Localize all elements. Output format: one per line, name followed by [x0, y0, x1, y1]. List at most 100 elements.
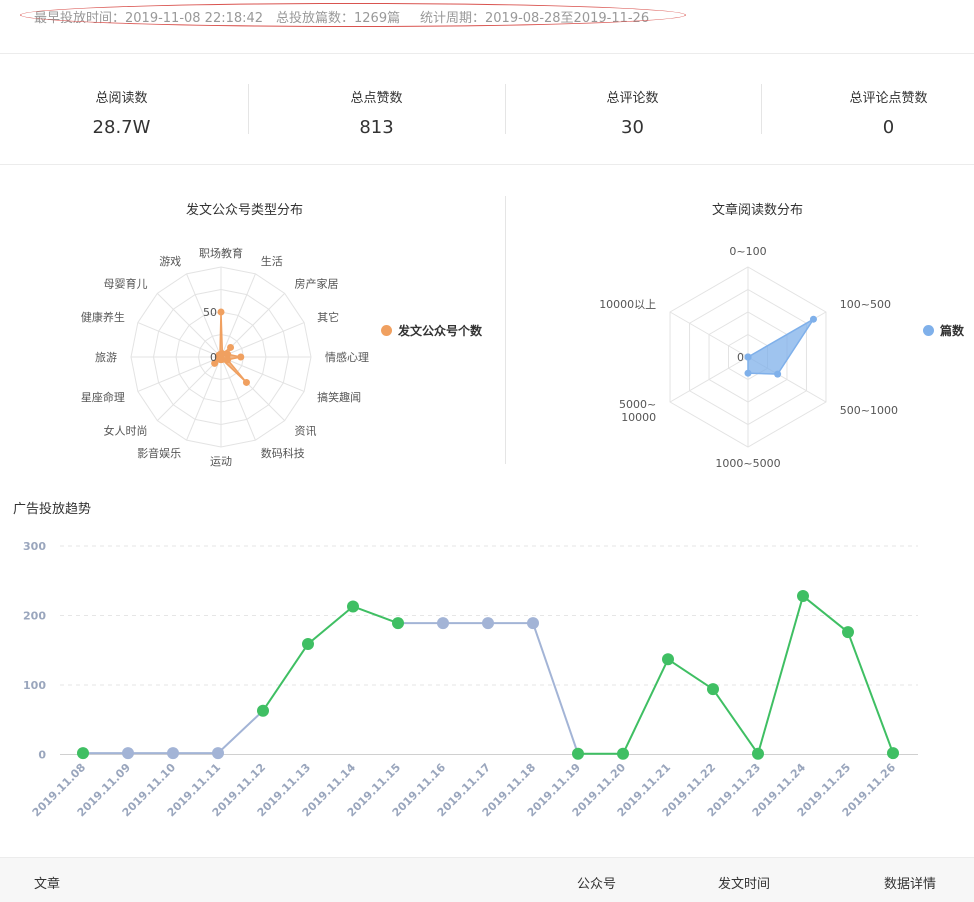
radar-indicator-label: 游戏: [159, 255, 181, 268]
radar-indicator-label: 情感心理: [325, 351, 369, 364]
stat-label: 总评论点赞数: [849, 91, 928, 106]
y-tick-label: 100: [23, 679, 46, 692]
highlight-ellipse: [20, 3, 686, 27]
line-point: [347, 600, 359, 613]
line-point: [662, 653, 674, 666]
panel-divider: [505, 196, 506, 464]
radar-point: [216, 351, 224, 359]
top-info-bar: 最早投放时间：2019-11-08 22:18:42 总投放篇数：1269篇 统…: [0, 0, 974, 54]
line-point: [707, 683, 719, 696]
radar-indicator-label: 其它: [317, 310, 339, 324]
line-segment: [847, 631, 894, 754]
legend-dot: [381, 325, 392, 336]
radar-indicator-label: 0~100: [729, 245, 766, 258]
stat-total-reads: 总阅读数 28.7W: [0, 54, 243, 164]
line-point: [887, 747, 899, 760]
radar-point: [227, 343, 235, 351]
legend-dot: [923, 325, 934, 336]
radar-indicator-label: 旅游: [95, 350, 117, 364]
divider: [761, 84, 762, 134]
stat-value: 28.7W: [92, 117, 151, 138]
line-segment: [757, 595, 804, 755]
line-point: [797, 590, 809, 603]
line-point: [482, 617, 494, 630]
line-point: [617, 747, 629, 760]
line-point: [752, 747, 764, 760]
line-point: [572, 747, 584, 760]
radar-point: [744, 353, 752, 361]
radar2-legend[interactable]: 篇数: [923, 322, 964, 339]
radar-point: [217, 308, 225, 316]
line-point: [392, 617, 404, 630]
radar-indicator-label: 生活: [261, 254, 283, 268]
legend-label: 发文公众号个数: [398, 324, 483, 338]
stat-total-comment-likes: 总评论点赞数 0: [767, 54, 974, 164]
line-point: [842, 626, 854, 639]
radar-indicator-label: 职场教育: [199, 246, 243, 260]
divider: [505, 84, 506, 134]
stat-value: 30: [621, 117, 644, 138]
col-data-detail[interactable]: 数据详情: [884, 873, 936, 892]
radar-point: [744, 369, 752, 377]
line-segment: [667, 658, 714, 691]
y-tick-label: 200: [23, 610, 46, 623]
line-chart: 01002003002019.11.082019.11.092019.11.10…: [23, 540, 918, 819]
radar-axis: [157, 293, 222, 358]
divider: [248, 84, 249, 134]
radar-indicator-label: 房产家居: [295, 276, 339, 290]
line-segment: [262, 643, 309, 712]
radar-indicator-label: 搞笑趣闻: [317, 390, 361, 404]
radar-axis: [157, 356, 222, 421]
y-tick-label: 0: [38, 749, 46, 762]
line-segment: [712, 688, 759, 755]
line-segment: [217, 709, 264, 754]
radar-series-area: [747, 318, 815, 375]
stat-label: 总阅读数: [95, 91, 148, 106]
line-segment: [307, 605, 354, 645]
radar-indicator-label: 母婴育儿: [103, 276, 147, 290]
radar-tick-label: 0: [210, 351, 217, 364]
radar1-legend[interactable]: 发文公众号个数: [381, 322, 482, 339]
table-header: 文章 公众号 发文时间 数据详情: [0, 857, 974, 902]
stat-value: 0: [882, 117, 895, 138]
line-point: [212, 747, 224, 760]
line-point: [167, 747, 179, 760]
line-chart-title: 广告投放趋势: [13, 502, 92, 517]
radar-tick-label: 0: [737, 351, 744, 364]
col-article[interactable]: 文章: [34, 873, 60, 892]
radar-indicator-label: 星座命理: [81, 390, 125, 404]
line-segment: [352, 605, 399, 625]
radar2-chart: 0~100 100~500 500~1000 1000~5000 5000~ 10000 1…: [599, 245, 898, 470]
legend-label: 篇数: [940, 324, 965, 338]
radar-point: [237, 353, 245, 361]
line-point: [257, 704, 269, 717]
line-segment: [622, 658, 669, 755]
radar-indicator-label: 资讯: [295, 425, 317, 438]
stats-row: 总阅读数 28.7W 总点赞数 813 总评论数 30 总评论点赞数 0: [0, 54, 974, 165]
radar-indicator-label: 500~1000: [840, 404, 898, 417]
radar-point: [242, 378, 250, 386]
radar-point: [774, 370, 782, 378]
line-segment: [802, 595, 849, 633]
radar-indicator-label: 健康养生: [81, 310, 125, 324]
radar-indicator-label: 100~500: [840, 298, 891, 311]
stat-total-likes: 总点赞数 813: [255, 54, 498, 164]
stat-label: 总评论数: [606, 91, 659, 106]
radar-indicator-label: 女人时尚: [103, 424, 147, 438]
line-point: [302, 637, 314, 650]
radar-point: [809, 315, 817, 323]
y-tick-label: 300: [23, 540, 46, 553]
line-segment: [532, 622, 579, 755]
radar-indicator-label: 影音娱乐: [137, 446, 181, 460]
line-point: [527, 617, 539, 630]
radar-indicator-label: 1000~5000: [715, 457, 780, 470]
stat-value: 813: [359, 117, 394, 138]
stat-label: 总点赞数: [350, 91, 403, 106]
col-account[interactable]: 公众号: [577, 873, 616, 892]
radar1-chart: 职场教育生活房产家居其它情感心理搞笑趣闻资讯数码科技运动 影音娱乐 女人时尚 星座命理…: [81, 246, 369, 468]
col-publish-time[interactable]: 发文时间: [718, 873, 770, 892]
radar-indicator-label: 10000以上: [599, 298, 656, 311]
line-point: [122, 747, 134, 760]
radar-indicator-label: 5000~ 10000: [619, 398, 656, 424]
line-point: [77, 747, 89, 760]
